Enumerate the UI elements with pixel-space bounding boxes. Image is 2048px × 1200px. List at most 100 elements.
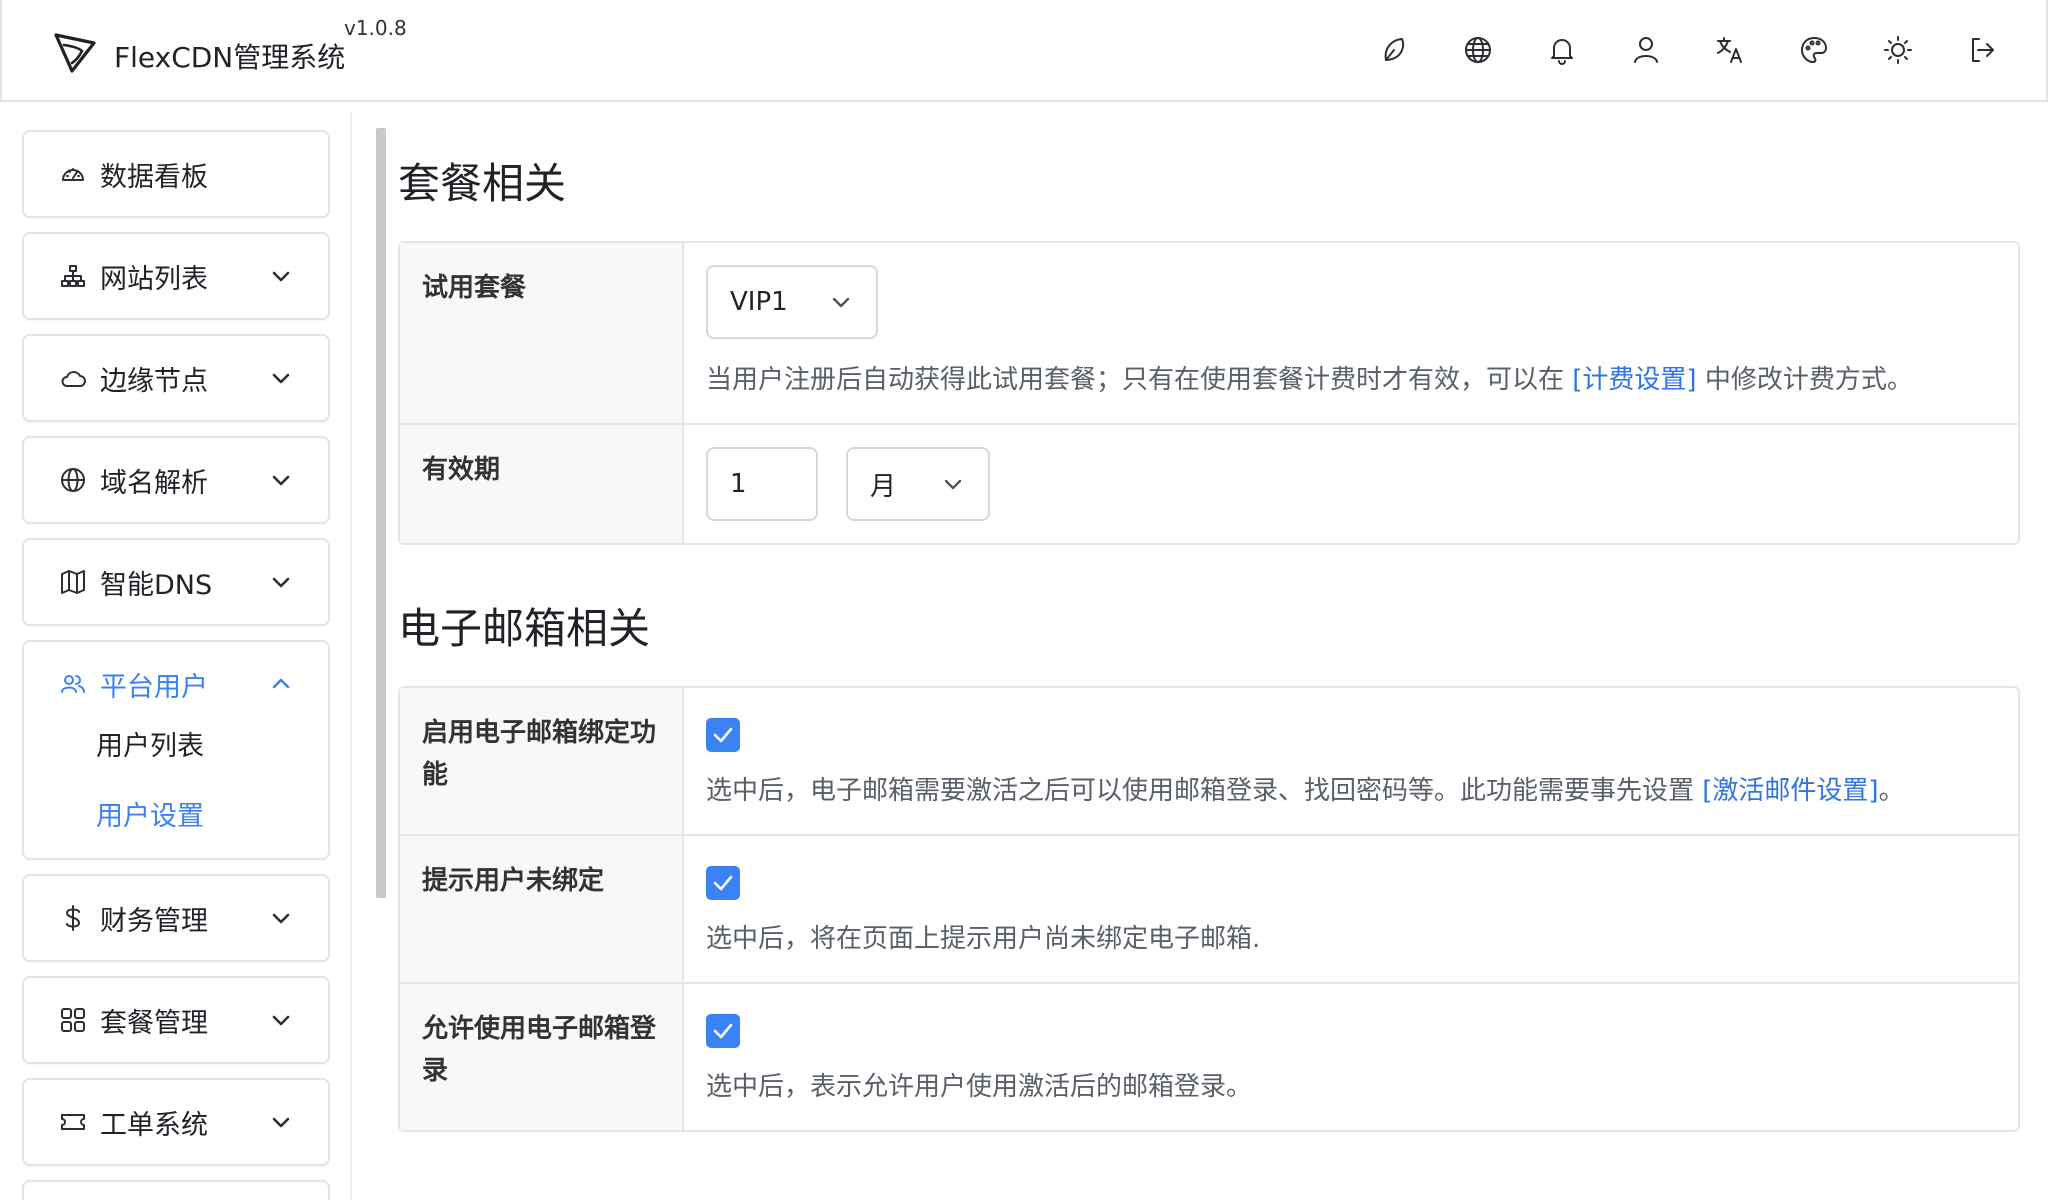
activation-mail-settings-link[interactable]: [激活邮件设置] [1702,776,1878,806]
logo-icon [54,33,96,73]
globe-icon[interactable] [1458,30,1498,70]
sidebar-item-head[interactable]: 工单系统 [24,1080,328,1164]
sidebar-item-plans[interactable]: 套餐管理 [22,976,330,1064]
sidebar-item-head[interactable]: 智能DNS [24,540,328,624]
chevron-down-icon [268,569,294,595]
leaf-icon[interactable] [1374,30,1414,70]
section-title-plan: 套餐相关 [398,159,567,208]
allow-email-login-checkbox[interactable] [706,1014,740,1048]
chevron-down-icon [944,479,962,490]
table-row: 试用套餐 VIP1 当用户注册后自动获得此试用套餐；只有在使用套餐计费时才有效，… [400,243,2018,425]
sidebar-subitem-user-list[interactable]: 用户列表 [24,712,328,782]
sidebar-item-head[interactable]: 财务管理 [24,876,328,960]
email-bind-help: 选中后，电子邮箱需要激活之后可以使用邮箱登录、找回密码等。此功能需要事先设置 [… [706,770,1996,812]
version-label: v1.0.8 [344,16,407,40]
settings-content: 套餐相关 试用套餐 VIP1 当用户注册后自动获得此试用套餐；只有在使用套餐计费… [398,150,2020,1182]
select-value: 月 [870,471,897,502]
logout-icon[interactable] [1962,30,2002,70]
sidebar-item-head[interactable]: 套餐管理 [24,978,328,1062]
check-icon [713,875,733,891]
help-text: 当用户注册后自动获得此试用套餐；只有在使用套餐计费时才有效，可以在 [706,365,1573,395]
sidebar-item-tickets[interactable]: 工单系统 [22,1078,330,1166]
brand[interactable]: FlexCDN管理系统 [52,28,345,76]
sidebar-item-dashboard[interactable]: 数据看板 [22,130,330,218]
field-label: 允许使用电子邮箱登录 [400,984,684,1130]
sidebar-item-head[interactable]: 网站列表 [24,234,328,318]
sidebar-item-head[interactable]: 数据看板 [24,132,328,216]
globe-icon [58,465,88,495]
table-row: 启用电子邮箱绑定功能 选中后，电子邮箱需要激活之后可以使用邮箱登录、找回密码等。… [400,688,2018,836]
bell-icon[interactable] [1542,30,1582,70]
chevron-down-icon [268,1109,294,1135]
sidebar-item-label: 套餐管理 [100,1007,208,1039]
field-label: 试用套餐 [400,243,684,423]
sidebar-item-head[interactable]: 边缘节点 [24,336,328,420]
sidebar-item-finance[interactable]: 财务管理 [22,874,330,962]
period-value-input[interactable]: 1 [706,447,818,521]
top-header: FlexCDN管理系统 v1.0.8 [0,0,2048,102]
check-icon [713,1023,733,1039]
plan-settings-table: 试用套餐 VIP1 当用户注册后自动获得此试用套餐；只有在使用套餐计费时才有效，… [398,241,2020,545]
sidebar-item-label: 平台用户 [100,671,208,703]
sidebar-item-websites[interactable]: 网站列表 [22,232,330,320]
field-label: 提示用户未绑定 [400,836,684,982]
dollar-icon [58,903,88,933]
chevron-down-icon [832,297,850,308]
help-text: 选中后，电子邮箱需要激活之后可以使用邮箱登录、找回密码等。此功能需要事先设置 [706,776,1703,806]
chevron-down-icon [268,1007,294,1033]
chevron-up-icon [268,671,294,697]
sidebar-item-more[interactable] [22,1180,330,1200]
user-icon[interactable] [1626,30,1666,70]
main-scrollbar[interactable] [376,128,386,898]
sidebar-item-edge-nodes[interactable]: 边缘节点 [22,334,330,422]
enable-email-bind-checkbox[interactable] [706,718,740,752]
map-icon [58,567,88,597]
sidebar-divider [350,112,352,1200]
sidebar-item-label: 域名解析 [100,467,208,499]
field-value: 1 月 [684,425,2018,543]
chevron-down-icon [268,905,294,931]
sun-icon[interactable] [1878,30,1918,70]
sidebar-submenu: 用户列表 用户设置 [24,712,328,858]
sidebar-subitem-user-settings[interactable]: 用户设置 [24,782,328,852]
sidebar-nav: 数据看板 网站列表 边缘节点 域名解析 智能DNS 平台用户 用户列表 用户设置… [22,130,330,1200]
table-row: 允许使用电子邮箱登录 选中后，表示允许用户使用激活后的邮箱登录。 [400,984,2018,1130]
trial-plan-select[interactable]: VIP1 [706,265,878,339]
period-unit-select[interactable]: 月 [846,447,990,521]
sidebar-item-label: 智能DNS [100,569,213,601]
cloud-icon [58,363,88,393]
sidebar-item-smart-dns[interactable]: 智能DNS [22,538,330,626]
sidebar-item-label: 网站列表 [100,263,208,295]
section-title-email: 电子邮箱相关 [398,604,651,653]
sidebar-item-label: 工单系统 [100,1109,208,1141]
chevron-down-icon [268,365,294,391]
table-row: 有效期 1 月 [400,425,2018,543]
field-value: VIP1 当用户注册后自动获得此试用套餐；只有在使用套餐计费时才有效，可以在 [… [684,243,2018,423]
sidebar-item-dns-resolve[interactable]: 域名解析 [22,436,330,524]
email-login-help: 选中后，表示允许用户使用激活后的邮箱登录。 [706,1072,1253,1102]
sitemap-icon [58,261,88,291]
ticket-icon [58,1107,88,1137]
sidebar-item-platform-users[interactable]: 平台用户 用户列表 用户设置 [22,640,330,860]
notify-unbound-checkbox[interactable] [706,866,740,900]
email-settings-table: 启用电子邮箱绑定功能 选中后，电子邮箱需要激活之后可以使用邮箱登录、找回密码等。… [398,686,2020,1132]
app-title: FlexCDN管理系统 [114,41,346,74]
palette-icon[interactable] [1794,30,1834,70]
sidebar-item-head[interactable]: 域名解析 [24,438,328,522]
table-row: 提示用户未绑定 选中后，将在页面上提示用户尚未绑定电子邮箱. [400,836,2018,984]
dashboard-icon [58,159,88,189]
translate-icon[interactable] [1710,30,1750,70]
help-text: 。 [1878,776,1905,806]
trial-plan-help: 当用户注册后自动获得此试用套餐；只有在使用套餐计费时才有效，可以在 [计费设置]… [706,359,1996,401]
field-value: 选中后，将在页面上提示用户尚未绑定电子邮箱. [684,836,2018,982]
select-value: VIP1 [730,287,788,317]
sidebar-item-label: 数据看板 [100,161,208,193]
header-toolbar [1330,30,2002,70]
billing-settings-link[interactable]: [计费设置] [1572,365,1696,395]
chevron-down-icon [268,263,294,289]
sidebar-item-label: 边缘节点 [100,365,208,397]
grid-icon [58,1005,88,1035]
users-icon [58,669,88,699]
field-label: 启用电子邮箱绑定功能 [400,688,684,834]
chevron-down-icon [268,467,294,493]
